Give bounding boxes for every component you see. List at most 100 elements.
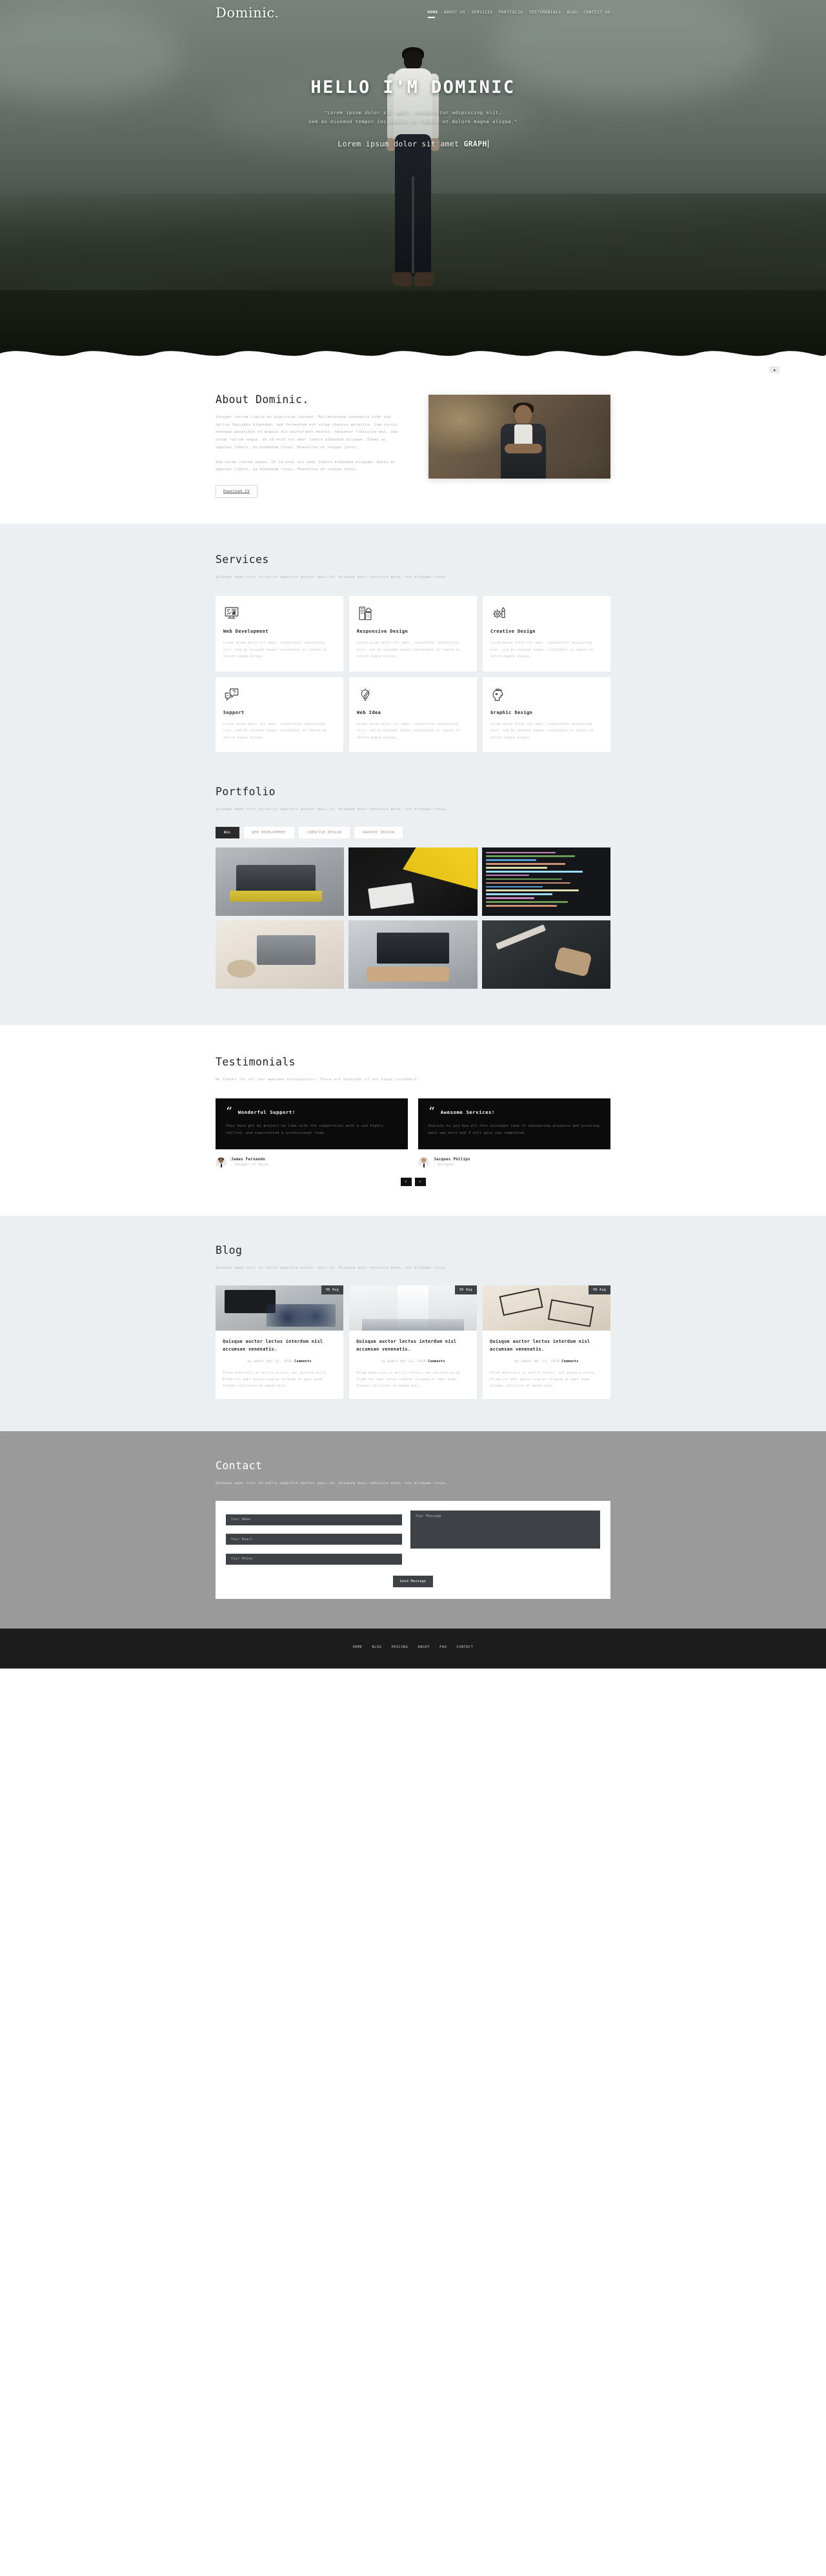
service-card[interactable]: Web Idea Lorem ipsum dolor sit amet, con… [349, 677, 477, 753]
service-text: Lorem ipsum dolor sit amet, consectetur … [490, 641, 594, 659]
footer-link-about[interactable]: ABOUT [418, 1645, 430, 1649]
filter-graphic-design[interactable]: GRAPHIC DESIGN [354, 826, 403, 838]
portfolio-item-pencil-sketch-dark[interactable] [481, 920, 610, 989]
testimonials-title: Testimonials [216, 1055, 296, 1068]
service-text: Lorem ipsum dolor sit amet, consectetur … [357, 722, 461, 740]
portfolio-item-code-editor-screen[interactable] [481, 847, 610, 916]
contact-form: Send Message [216, 1501, 610, 1599]
blog-post-title[interactable]: Quisque auctor lectus interdum nisl accu… [356, 1338, 470, 1354]
hero-section: Dominic. HOME ABOUT US SERVICES PORTFOLI… [0, 0, 826, 361]
nav-item-blog[interactable]: BLOG [567, 10, 578, 18]
footer-link-pricing[interactable]: PRICING [391, 1645, 408, 1649]
nav-item-about-us[interactable]: ABOUT US [444, 10, 465, 18]
footer-link-contact[interactable]: CONTACT [456, 1645, 473, 1649]
service-card[interactable]: Graphic Design Lorem ipsum dolor sit ame… [483, 677, 610, 753]
phone-input[interactable] [226, 1553, 402, 1565]
about-text-column: About Dominic. Integer rutrum ligula eu … [216, 390, 404, 499]
services-title: Services [216, 553, 269, 566]
carousel-next-button[interactable]: › [414, 1177, 426, 1186]
blog-post-title[interactable]: Quisque auctor lectus interdum nisl accu… [223, 1338, 336, 1354]
service-title: Support [223, 709, 245, 715]
nav-item-services[interactable]: SERVICES [471, 10, 492, 18]
nav-item-portfolio[interactable]: PORTFOLIO [499, 10, 523, 18]
service-card[interactable]: Responsive Design Lorem ipsum dolor sit … [349, 596, 477, 671]
service-text: Lorem ipsum dolor sit amet, consectetur … [223, 641, 327, 659]
portfolio-section: Portfolio Quisque eget nisl id nulla sag… [0, 786, 826, 1025]
portfolio-item-desk-flatlay-coffee[interactable] [216, 920, 345, 989]
filter-creative-design[interactable]: CREATIVE DESIGN [299, 826, 350, 838]
top-navigation-bar: Dominic. HOME ABOUT US SERVICES PORTFOLI… [0, 0, 826, 21]
carousel-prev-button[interactable]: ‹ [400, 1177, 412, 1186]
footer-link-home[interactable]: HOME [353, 1645, 363, 1649]
service-card[interactable]: Support Lorem ipsum dolor sit amet, cons… [216, 677, 343, 753]
testimonials-grid: “ Wonderful Support! They have got my pr… [216, 1098, 610, 1149]
author-name: James Fernando [231, 1157, 266, 1162]
testimonials-description: We thanks for all our awesome testimonia… [216, 1077, 419, 1082]
blog-meta-comments[interactable]: Comments [561, 1360, 578, 1363]
blog-card[interactable]: 06 Aug Quisque auctor lectus interdum ni… [349, 1285, 477, 1400]
lightbulb-pencil-icon [357, 686, 374, 703]
blog-post-meta: by admin Apr 21, 2018 Comments [356, 1360, 470, 1363]
chat-question-icon [223, 686, 240, 703]
main-nav: HOME ABOUT US SERVICES PORTFOLIO TESTIMO… [427, 8, 610, 18]
portfolio-item-laptop-yellow-desk[interactable] [216, 847, 345, 916]
contact-description: Quisque eget nisl id nulla sagittis auct… [216, 1481, 448, 1486]
head-pencils-icon [490, 686, 507, 703]
testimonial-author: Jacques Philips - Designer [418, 1156, 610, 1168]
nav-item-testimonials[interactable]: TESTIMONIALS [529, 10, 561, 18]
portfolio-item-yellow-geometric-notebook[interactable] [348, 847, 478, 916]
filter-web-development[interactable]: WEB DEVELOPMENT [243, 826, 295, 838]
download-cv-button[interactable]: Download CV [216, 485, 257, 499]
blog-meta-author: by admin Apr 21, 2018 [514, 1359, 562, 1363]
email-input[interactable] [226, 1534, 402, 1545]
footer-nav: HOME BLOG PRICING ABOUT FAQ CONTACT [0, 1645, 826, 1649]
service-title: Graphic Design [490, 709, 533, 715]
testimonial-card: “ Awesome Services! Explain to you how a… [418, 1098, 610, 1149]
service-text: Lorem ipsum dolor sit amet, consectetur … [490, 722, 594, 740]
footer-link-blog[interactable]: BLOG [372, 1645, 382, 1649]
blog-date-badge: 06 Aug [321, 1285, 343, 1294]
service-title: Web Idea [357, 709, 381, 715]
quote-icon: “ [428, 1104, 435, 1119]
footer-link-faq[interactable]: FAQ [439, 1645, 447, 1649]
message-textarea[interactable] [410, 1511, 600, 1549]
about-paragraph-1: Integer rutrum ligula eu dignissim laore… [216, 415, 398, 450]
quote-icon: “ [226, 1104, 232, 1119]
testimonials-section: Testimonials We thanks for all our aweso… [0, 1024, 826, 1216]
blog-meta-author: by admin Apr 21, 2018 [247, 1359, 295, 1363]
blog-date-badge: 06 Aug [589, 1285, 610, 1294]
filter-all[interactable]: ALL [216, 826, 239, 838]
about-portrait-photo [428, 395, 610, 479]
hero-typed-line: Lorem ipsum dolor sit amet GRAPH [0, 139, 826, 148]
blog-card[interactable]: 06 Aug Quisque auctor lectus interdum ni… [216, 1285, 343, 1400]
service-card[interactable]: Creative Design Lorem ipsum dolor sit am… [483, 596, 610, 671]
service-card[interactable]: Web Development Lorem ipsum dolor sit am… [216, 596, 343, 671]
testimonial-authors: James Fernando - Manager of Racer Jacque… [216, 1156, 610, 1168]
service-text: Lorem ipsum dolor sit amet, consectetur … [223, 722, 327, 740]
services-grid: Web Development Lorem ipsum dolor sit am… [216, 596, 610, 753]
services-section: Services Quisque eget nisl id nulla sagi… [0, 524, 826, 786]
name-input[interactable] [226, 1514, 402, 1525]
blog-card[interactable]: 06 Aug Quisque auctor lectus interdum ni… [483, 1285, 610, 1400]
services-description: Quisque eget nisl id nulla sagittis auct… [216, 575, 448, 580]
scallop-divider [0, 351, 826, 361]
site-logo[interactable]: Dominic. [216, 5, 279, 21]
hero-subtitle-line-2: sed do eiusmod tempor incididunt ut labo… [308, 119, 518, 125]
blog-meta-comments[interactable]: Comments [294, 1360, 311, 1363]
portfolio-grid [216, 847, 610, 989]
scroll-to-top-button[interactable]: ▲ [769, 366, 780, 373]
blog-meta-comments[interactable]: Comments [428, 1360, 445, 1363]
send-message-button[interactable]: Send Message [392, 1575, 434, 1587]
author-role: - Designer [434, 1163, 455, 1167]
hero-subtitle: "Lorem ipsum dolor sit amet, consectetur… [0, 108, 826, 126]
hero-typed-prefix: Lorem ipsum dolor sit amet [337, 139, 464, 149]
nav-item-home[interactable]: HOME [427, 10, 438, 18]
author-name: Jacques Philips [434, 1157, 470, 1162]
nav-item-contact-us[interactable]: CONTECT US [583, 10, 610, 18]
buildings-cloud-icon [357, 605, 374, 622]
blog-post-title[interactable]: Quisque auctor lectus interdum nisl accu… [490, 1338, 603, 1354]
testimonial-title: Wonderful Support! [237, 1109, 296, 1115]
blog-title: Blog [216, 1243, 243, 1256]
logo-text: Dominic [216, 5, 275, 21]
portfolio-item-hands-on-laptop[interactable] [348, 920, 478, 989]
